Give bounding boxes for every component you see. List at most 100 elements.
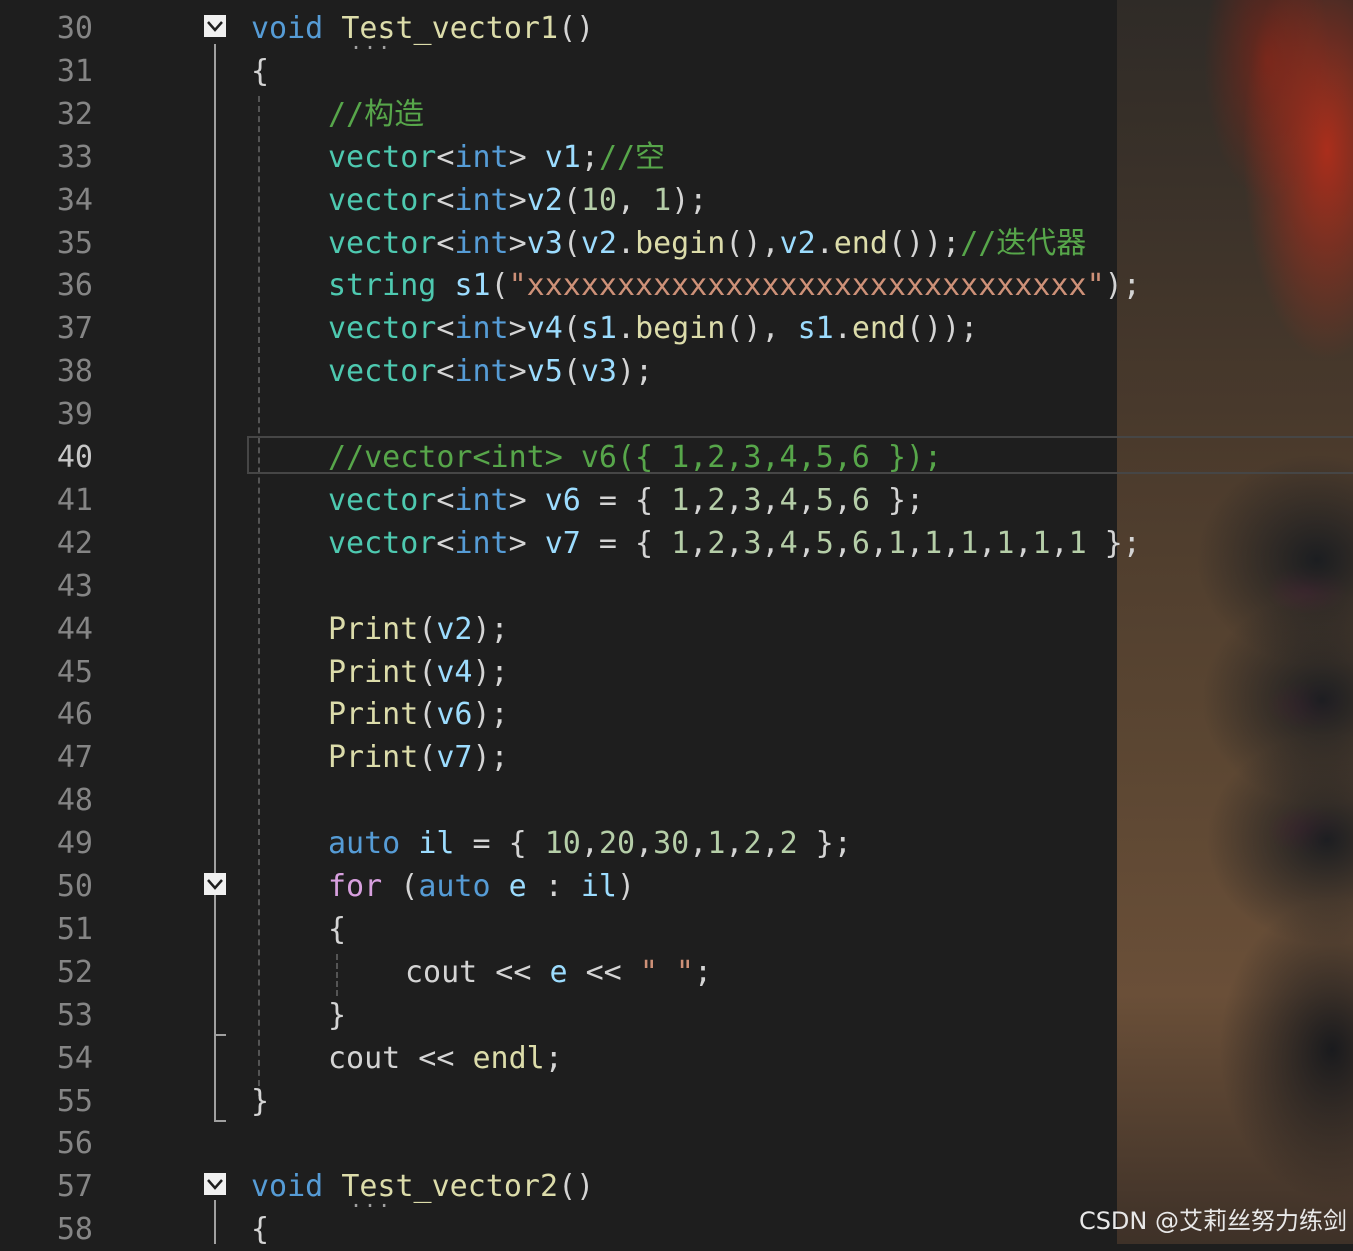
code-token: 5 <box>815 482 834 518</box>
code-line[interactable]: { <box>251 1208 269 1251</box>
line-number: 51 <box>56 911 93 947</box>
code-token: v4 <box>436 654 473 690</box>
code-token: , <box>635 826 654 862</box>
code-token: ; <box>694 954 713 990</box>
code-token: 1 <box>960 525 979 561</box>
code-token: " " <box>639 954 694 990</box>
code-token: < <box>436 225 455 261</box>
code-token: 1 <box>1032 525 1051 561</box>
hint-dots-icon: ... <box>350 1188 393 1212</box>
code-token: cout <box>405 954 478 990</box>
code-token: , <box>797 525 816 561</box>
line-number: 53 <box>56 997 93 1033</box>
code-token: int <box>454 139 509 175</box>
code-token: = { <box>454 826 545 862</box>
code-token: > <box>508 182 527 218</box>
code-line[interactable]: Print(v4); <box>328 651 509 694</box>
code-token: , <box>689 826 708 862</box>
code-line[interactable]: { <box>251 50 269 93</box>
code-token: e <box>549 954 568 990</box>
code-editor[interactable]: 30 31 32 33 34 35 36 37 38 39 40 41 42 43 44 45 46 47 48 49… <box>0 0 1353 1247</box>
code-token: cout <box>328 1040 401 1076</box>
code-token: v2 <box>436 611 473 647</box>
code-line[interactable]: void Test_vector1() <box>251 7 594 50</box>
line-number: 41 <box>56 482 93 518</box>
collapse-chevron-icon[interactable] <box>204 15 226 37</box>
code-line[interactable]: vector<int> v1;//空 <box>328 136 665 179</box>
code-line[interactable]: //vector<int> v6({ 1,2,3,4,5,6 }); <box>328 436 942 479</box>
collapse-chevron-icon[interactable] <box>204 1173 226 1195</box>
code-line[interactable]: vector<int>v2(10, 1); <box>328 179 707 222</box>
line-number: 47 <box>56 740 93 776</box>
code-token: il <box>580 869 617 904</box>
code-token: < <box>436 139 455 175</box>
code-token: ( <box>418 611 437 647</box>
code-token: , <box>906 525 925 561</box>
code-token: > <box>508 525 545 561</box>
code-token: > <box>508 482 545 518</box>
code-token: ( <box>562 354 581 390</box>
code-line[interactable]: cout << endl; <box>328 1037 563 1080</box>
code-token: ); <box>671 182 708 218</box>
code-token: 10 <box>580 182 617 218</box>
code-token: //vector<int> v6({ 1,2,3,4,5,6 }); <box>328 440 943 475</box>
code-token: for <box>328 869 383 904</box>
code-token: v2 <box>526 182 563 218</box>
code-token: Print <box>328 697 419 733</box>
line-number: 50 <box>56 869 93 904</box>
code-token: auto <box>418 869 491 904</box>
code-line[interactable]: Print(v6); <box>328 693 509 736</box>
code-line[interactable]: string s1("xxxxxxxxxxxxxxxxxxxxxxxxxxxxx… <box>328 264 1141 307</box>
code-token: void <box>251 1169 324 1205</box>
code-line[interactable]: Print(v2); <box>328 608 509 651</box>
line-number: 39 <box>56 397 93 433</box>
code-token: , <box>978 525 997 561</box>
code-line[interactable]: cout << e << " "; <box>405 951 712 994</box>
code-token: () <box>558 1169 595 1205</box>
code-token: v2 <box>580 225 617 261</box>
code-line[interactable]: vector<int>v5(v3); <box>328 350 653 393</box>
line-number: 31 <box>56 53 93 89</box>
collapse-chevron-icon[interactable] <box>204 873 226 895</box>
line-number: 56 <box>56 1126 93 1162</box>
code-line[interactable]: } <box>251 1080 269 1123</box>
code-line[interactable]: auto il = { 10,20,30,1,2,2 }; <box>328 822 852 865</box>
code-token: 4 <box>779 482 798 518</box>
code-token: , <box>761 482 780 518</box>
code-line[interactable]: //构造 <box>328 93 424 136</box>
code-token: v7 <box>436 740 473 776</box>
code-token: , <box>833 525 852 561</box>
code-line[interactable]: { <box>328 908 346 951</box>
code-token: , <box>617 182 654 218</box>
code-token: 1 <box>653 182 672 218</box>
code-line[interactable]: void Test_vector2() <box>251 1165 594 1208</box>
code-token: 2 <box>707 482 726 518</box>
code-token: ( <box>418 654 437 690</box>
code-line[interactable]: vector<int>v3(v2.begin(),v2.end());//迭代器 <box>328 222 1086 265</box>
code-line[interactable]: vector<int>v4(s1.begin(), s1.end()); <box>328 307 978 350</box>
code-token: , <box>797 482 816 518</box>
code-token: 2 <box>743 826 762 862</box>
code-line[interactable]: vector<int> v6 = { 1,2,3,4,5,6 }; <box>328 479 924 522</box>
code-token: vector <box>328 311 437 347</box>
fold-region-line <box>214 44 216 1122</box>
background-illustration <box>1117 0 1353 1244</box>
code-token: : <box>526 869 581 904</box>
code-token: = { <box>580 525 672 561</box>
code-line[interactable]: for (auto e : il) <box>328 865 635 908</box>
code-line[interactable]: vector<int> v7 = { 1,2,3,4,5,6,1,1,1,1,1… <box>328 522 1141 565</box>
code-token: v5 <box>526 354 563 390</box>
code-token: s1 <box>454 268 491 304</box>
line-number: 57 <box>56 1169 93 1205</box>
line-number: 46 <box>56 697 93 733</box>
code-token: { <box>328 911 347 947</box>
code-token: , <box>689 482 708 518</box>
code-token: , <box>689 525 708 561</box>
code-token: e <box>508 869 527 904</box>
code-token: vector <box>328 225 437 261</box>
code-token: ( <box>562 225 581 261</box>
code-token: 4 <box>779 525 798 561</box>
code-line[interactable]: Print(v7); <box>328 736 509 779</box>
code-line[interactable]: } <box>328 994 346 1037</box>
code-token: > <box>508 225 527 261</box>
